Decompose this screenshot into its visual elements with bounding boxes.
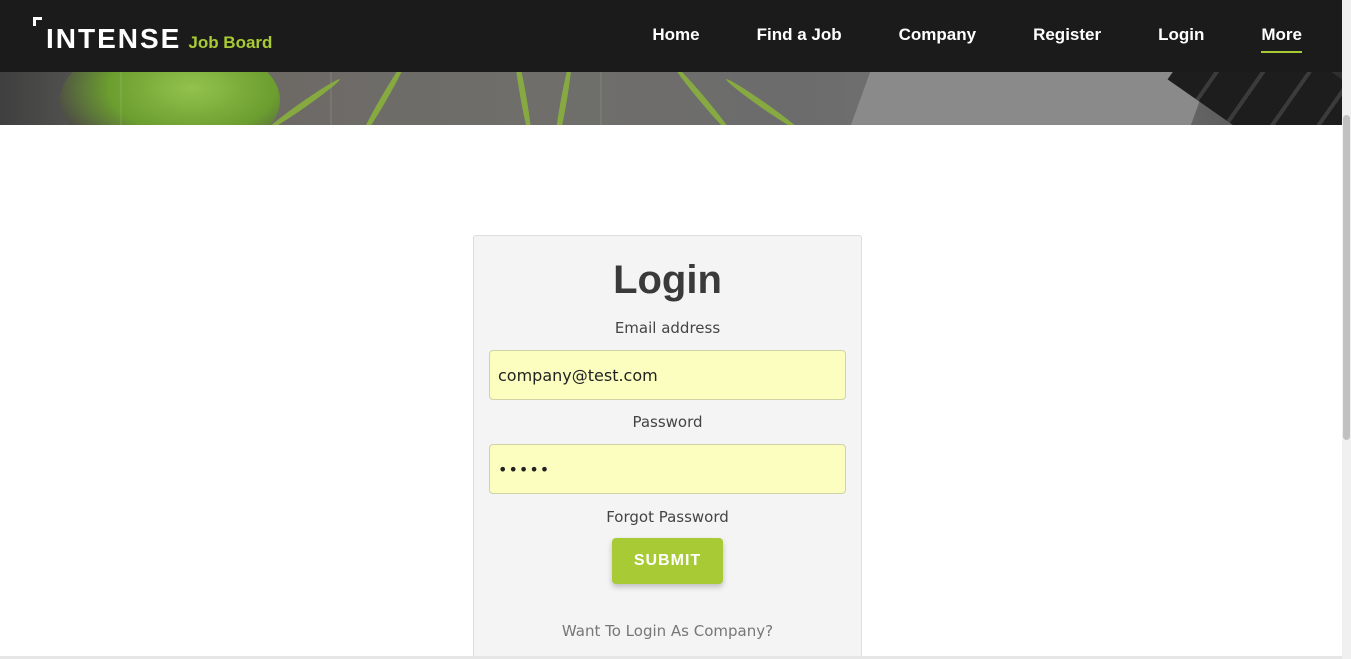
logo-name: INTENSE bbox=[46, 23, 182, 54]
hero-plank-line bbox=[120, 72, 122, 125]
nav-company[interactable]: Company bbox=[899, 25, 976, 47]
page-scrollbar[interactable] bbox=[1342, 0, 1351, 659]
site-logo[interactable]: INTENSE Job Board bbox=[33, 17, 272, 55]
hero-leaf bbox=[724, 76, 802, 125]
hero-plank-line bbox=[600, 72, 602, 125]
nav-register[interactable]: Register bbox=[1033, 25, 1101, 47]
main-nav: Home Find a Job Company Register Login M… bbox=[595, 0, 1302, 72]
email-field[interactable] bbox=[489, 350, 846, 400]
nav-more[interactable]: More bbox=[1261, 25, 1302, 53]
hero-leaf bbox=[671, 63, 735, 125]
forgot-password-link[interactable]: Forgot Password bbox=[474, 508, 861, 526]
hero-plank-line bbox=[330, 72, 332, 125]
logo-corner-icon bbox=[33, 17, 42, 26]
login-card: Login Email address Password Forgot Pass… bbox=[473, 235, 862, 659]
nav-home[interactable]: Home bbox=[652, 25, 699, 47]
scrollbar-thumb[interactable] bbox=[1343, 115, 1350, 440]
login-title: Login bbox=[613, 258, 722, 302]
password-field[interactable] bbox=[489, 444, 846, 494]
logo-subtitle: Job Board bbox=[188, 33, 273, 52]
nav-login[interactable]: Login bbox=[1158, 25, 1204, 47]
top-navbar: INTENSE Job Board Home Find a Job Compan… bbox=[0, 0, 1342, 72]
password-label: Password bbox=[632, 413, 703, 431]
login-as-company-link[interactable]: Want To Login As Company? bbox=[474, 622, 861, 640]
email-label: Email address bbox=[614, 319, 721, 337]
submit-button[interactable]: SUBMIT bbox=[612, 538, 723, 584]
nav-find-a-job[interactable]: Find a Job bbox=[757, 25, 842, 47]
